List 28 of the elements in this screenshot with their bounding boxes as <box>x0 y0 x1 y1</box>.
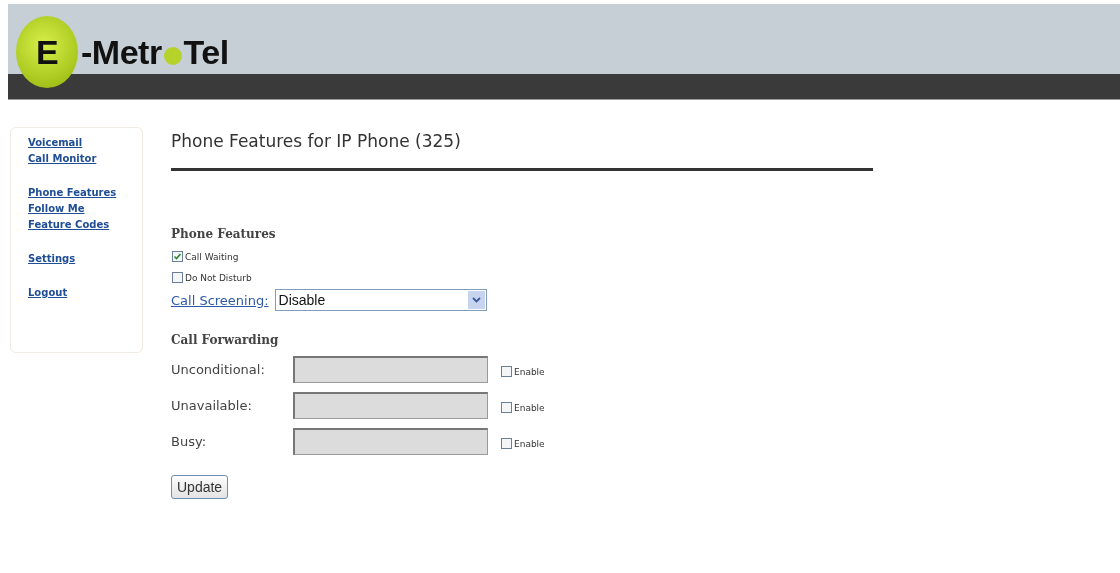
update-button[interactable]: Update <box>171 475 229 499</box>
check-icon <box>173 252 182 261</box>
nav-link[interactable]: Logout <box>28 286 142 299</box>
section-heading: Call Forwarding <box>171 333 280 347</box>
nav-link[interactable]: Follow Me <box>28 202 142 215</box>
field-label: Unavailable: <box>171 398 253 413</box>
checkbox[interactable] <box>172 272 183 283</box>
checkbox-label: Call Waiting <box>185 251 239 262</box>
dot-icon <box>162 46 183 66</box>
call-screening-link[interactable]: Call Screening: <box>171 292 269 308</box>
logo-text: E <box>35 32 59 72</box>
page-title: Phone Features for IP Phone (325) <box>171 131 462 151</box>
logo-text: Tel <box>183 32 229 72</box>
checkbox-label: Enable <box>514 438 545 449</box>
checkbox-label: Do Not Disturb <box>185 272 252 283</box>
logo-text: -Metr <box>81 32 162 72</box>
section-heading: Phone Features <box>171 227 277 241</box>
nav-link[interactable]: Call Monitor <box>28 152 142 165</box>
checkbox[interactable] <box>172 251 183 262</box>
call-screening-select[interactable]: Disable <box>274 289 487 311</box>
field-label: Unconditional: <box>171 362 266 377</box>
field-label: Busy: <box>171 434 208 449</box>
checkbox-label: Enable <box>514 402 545 413</box>
nav-link[interactable]: Phone Features <box>28 186 142 199</box>
nav-link[interactable]: Voicemail <box>28 136 142 149</box>
checkbox-label: Enable <box>514 366 545 377</box>
nav-link[interactable]: Settings <box>28 252 142 265</box>
nav-link[interactable]: Feature Codes <box>28 218 142 231</box>
